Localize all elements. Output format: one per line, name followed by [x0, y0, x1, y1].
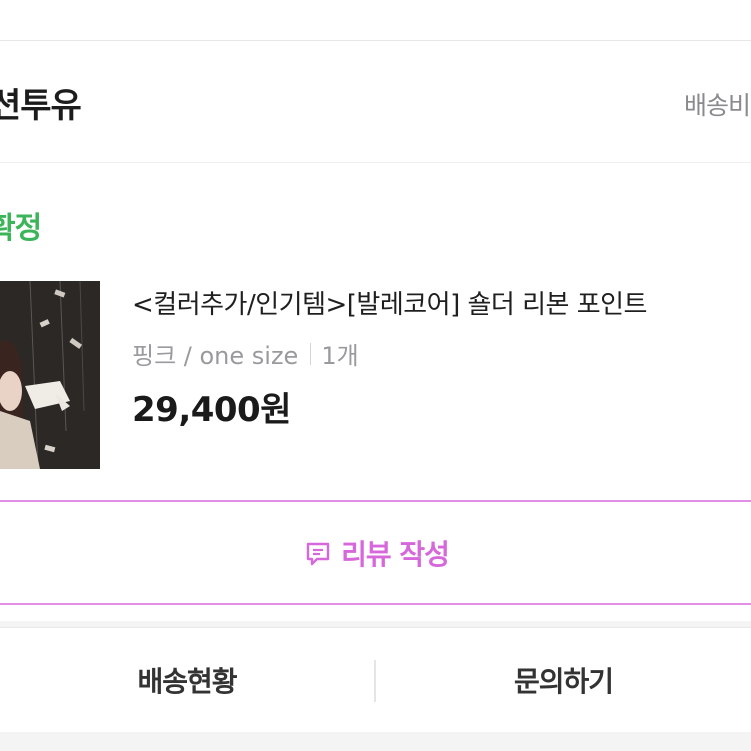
product-option: 핑크 / one size	[132, 342, 299, 370]
option-separator	[310, 342, 312, 365]
top-band	[0, 0, 751, 40]
order-status: 확정	[0, 211, 42, 246]
product-photo	[0, 281, 100, 469]
write-review-label: 리뷰 작성	[341, 537, 450, 571]
product-thumbnail[interactable]	[0, 281, 100, 469]
delivery-status-label: 배송현황	[137, 665, 237, 698]
shipping-link[interactable]: 배송비	[684, 86, 751, 122]
divider	[0, 162, 751, 163]
product-title[interactable]: <컬러추가/인기템>[발레코어] 숄더 리본 포인트	[132, 284, 647, 321]
write-review-button[interactable]: 리뷰 작성	[0, 500, 751, 605]
product-price: 29,400원	[132, 390, 291, 430]
inquiry-label: 문의하기	[513, 665, 614, 698]
store-name[interactable]: 션투유	[0, 78, 82, 127]
bottom-action-bar: 배송현황 문의하기	[0, 627, 751, 732]
inquiry-button[interactable]: 문의하기	[376, 628, 751, 732]
delivery-status-button[interactable]: 배송현황	[0, 628, 374, 732]
review-comment-icon	[303, 538, 333, 568]
product-quantity: 1개	[321, 342, 359, 370]
product-option-row: 핑크 / one size 1개	[132, 336, 359, 371]
